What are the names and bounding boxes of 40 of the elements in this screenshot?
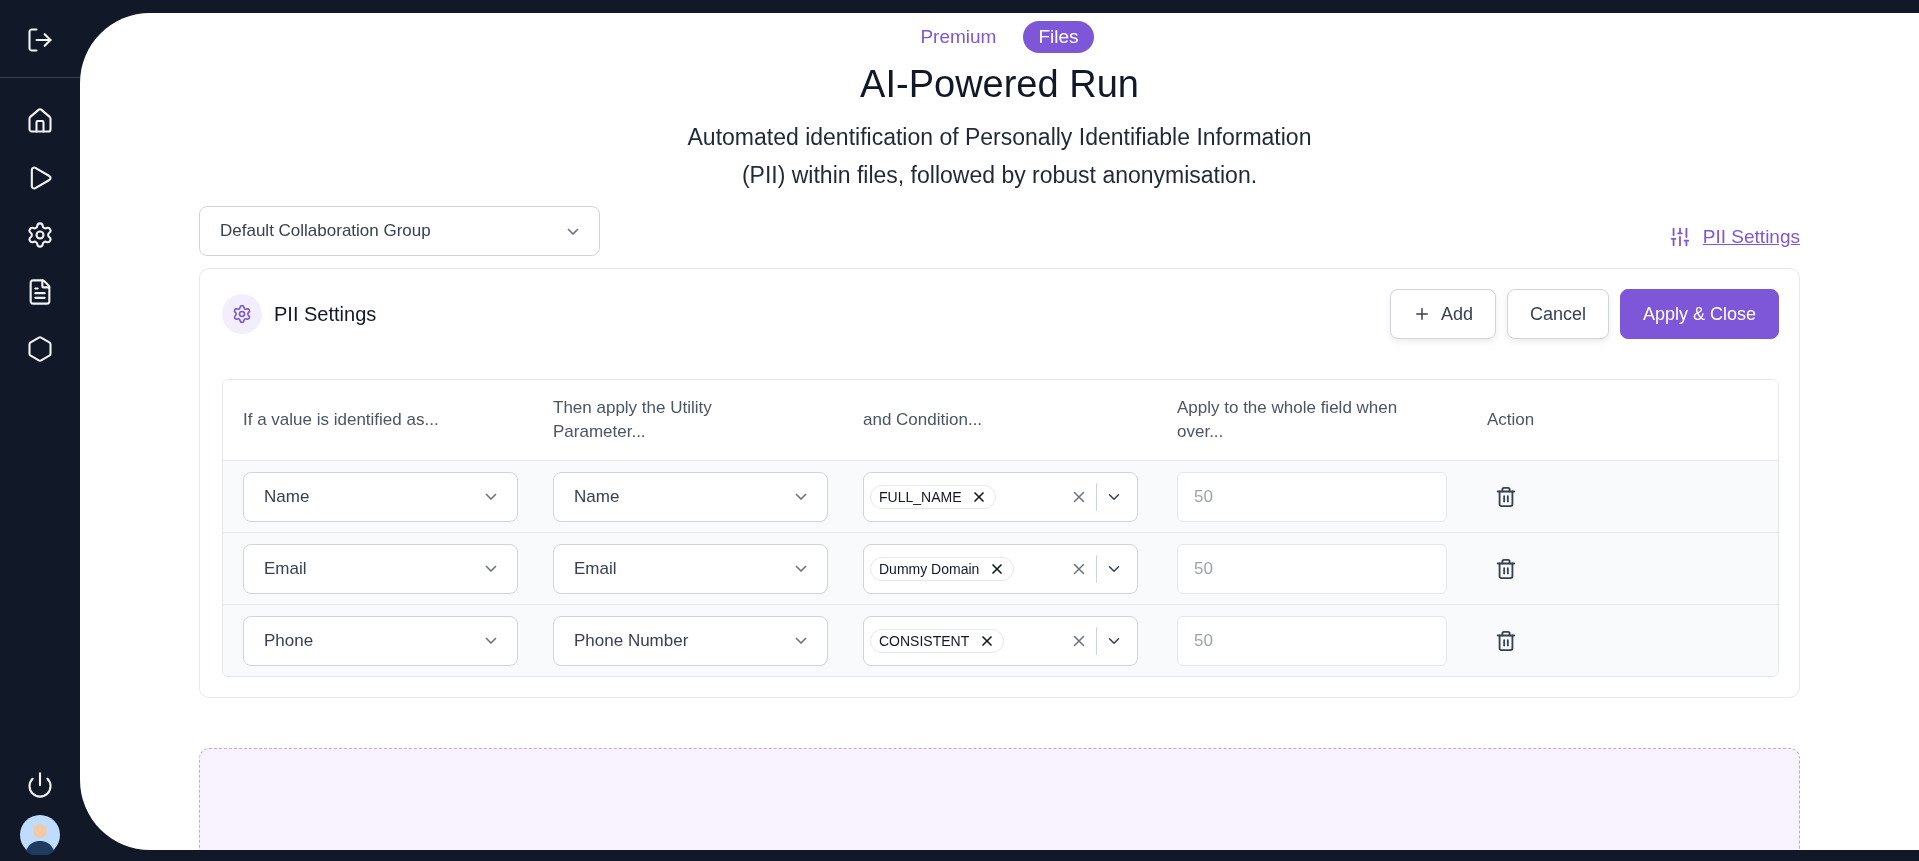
tab[interactable]: Premium [905,21,1012,53]
condition-select[interactable]: Dummy Domain [863,543,1138,594]
page-description: Automated identification of Personally Identifiable Information [687,123,1312,152]
chevron-down-icon [795,637,807,644]
identified-select[interactable]: Email [243,543,518,594]
add-button[interactable]: Add [1389,289,1496,339]
condition-select[interactable]: CONSISTENT [863,615,1138,666]
home-icon[interactable] [26,107,54,135]
tab[interactable]: Files [1023,21,1094,53]
settings-icon [222,294,262,334]
chevron-down-icon [795,493,807,500]
apply-button[interactable]: Apply & Close [1619,289,1779,339]
cancel-button[interactable]: Cancel [1506,289,1609,339]
settings-icon[interactable] [26,221,54,249]
column-header: Apply to the whole field when over... [1177,397,1399,443]
chevron-down-icon [485,493,497,500]
avatar-icon[interactable] [20,815,60,855]
identified-select[interactable]: Name [243,471,518,522]
pii-settings-link[interactable]: PII Settings [1668,226,1800,256]
chevron-down-icon [485,637,497,644]
column-header: If a value is identified as... [243,409,440,431]
parameter-select[interactable]: Email [553,543,828,594]
page-title: AI-Powered Run [860,63,1139,106]
page-description: (PII) within files, followed by robust anonymisation. [741,161,1258,190]
hexagon-icon[interactable] [26,335,54,363]
card-title: PII Settings [274,302,377,326]
condition-select[interactable]: FULL_NAME [863,471,1138,522]
sliders-icon [1668,226,1691,248]
group-select[interactable]: Default Collaboration Group [199,206,600,256]
logout-icon[interactable] [26,26,54,54]
chevron-down-icon [795,565,807,572]
column-header: Then apply the Utility Parameter... [553,397,713,443]
chevron-down-icon [567,227,579,235]
identified-select[interactable]: Phone [243,615,518,666]
column-header: and Condition... [863,409,984,431]
parameter-select[interactable]: Name [553,471,828,522]
power-icon[interactable] [26,771,54,799]
chevron-down-icon [485,565,497,572]
parameter-select[interactable]: Phone Number [553,615,828,666]
column-header: Action [1487,409,1536,431]
